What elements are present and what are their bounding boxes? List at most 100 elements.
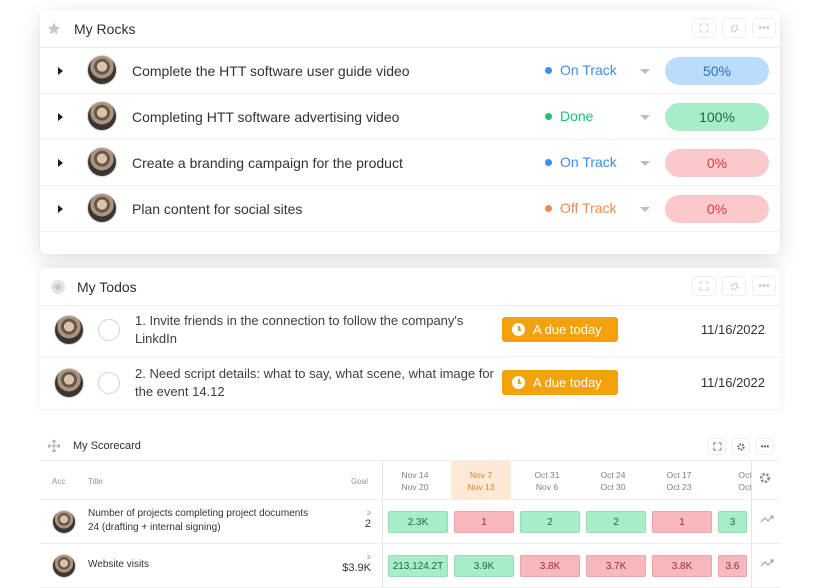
- avatar: [52, 554, 76, 578]
- clock-icon: [512, 376, 525, 389]
- todo-row[interactable]: 1. Invite friends in the connection to f…: [40, 304, 780, 357]
- rock-row[interactable]: Plan content for social sites Off Track 0%: [40, 186, 780, 232]
- rock-status[interactable]: On Track: [545, 62, 617, 78]
- week-column-header[interactable]: Nov 14 Nov 20: [385, 461, 445, 500]
- score-cell[interactable]: 3: [718, 511, 747, 533]
- rock-title[interactable]: Plan content for social sites: [132, 201, 302, 217]
- todo-row[interactable]: 2. Need script details: what to say, wha…: [40, 357, 780, 410]
- rocks-card: My Rocks ••• Complete the HTT software u…: [40, 10, 780, 254]
- score-cell[interactable]: 3.7K: [586, 555, 646, 577]
- column-acc: Acc: [52, 477, 66, 486]
- settings-gear-icon[interactable]: [722, 276, 746, 296]
- avatar: [87, 147, 117, 177]
- settings-gear-icon[interactable]: [732, 438, 750, 455]
- todo-text[interactable]: 1. Invite friends in the connection to f…: [135, 312, 495, 348]
- scorecard-title: My Scorecard: [73, 440, 141, 452]
- rock-title[interactable]: Create a branding campaign for the produ…: [132, 155, 403, 171]
- settings-gear-icon[interactable]: [722, 18, 746, 38]
- more-options-icon[interactable]: •••: [752, 18, 776, 38]
- score-cell[interactable]: 2.3K: [388, 511, 448, 533]
- score-cell[interactable]: 3.8K: [520, 555, 580, 577]
- week-end: Nov 13: [467, 482, 495, 492]
- rock-row[interactable]: Complete the HTT software user guide vid…: [40, 48, 780, 94]
- todo-checkbox[interactable]: [98, 319, 120, 341]
- star-icon: [44, 19, 64, 39]
- status-dropdown-icon[interactable]: [640, 161, 650, 166]
- avatar: [87, 55, 117, 85]
- status-dropdown-icon[interactable]: [640, 69, 650, 74]
- todo-list-icon: [48, 277, 68, 297]
- week-start: Nov 7: [469, 470, 493, 480]
- metric-goal[interactable]: ≥ $3.9K: [342, 554, 371, 574]
- scorecard-column-headers: Acc Title Goal Nov 14 Nov 20 Nov 7 Nov 13 Oc…: [40, 460, 780, 500]
- rock-status[interactable]: Off Track: [545, 200, 617, 216]
- status-dropdown-icon[interactable]: [640, 115, 650, 120]
- expand-caret-icon[interactable]: [58, 159, 63, 167]
- score-cell[interactable]: 3.6: [718, 555, 747, 577]
- avatar: [87, 101, 117, 131]
- scorecard-row[interactable]: Website visits ≥ $3.9K 213,124.2T 3.9K 3.8K 3.…: [40, 544, 780, 588]
- week-start: Nov 14: [401, 470, 429, 480]
- rock-status[interactable]: On Track: [545, 154, 617, 170]
- scorecard-header: My Scorecard •••: [40, 432, 780, 460]
- expand-icon[interactable]: [692, 18, 716, 38]
- score-cell[interactable]: 213,124.2T: [388, 555, 448, 577]
- column-goal: Goal: [351, 477, 368, 486]
- todo-checkbox[interactable]: [98, 372, 120, 394]
- expand-icon[interactable]: [708, 438, 726, 455]
- score-cell[interactable]: 2: [586, 511, 646, 533]
- status-dot-icon: [545, 66, 552, 74]
- scorecard-card: My Scorecard ••• Acc Title Goal Nov 14 No…: [40, 432, 780, 588]
- avatar: [54, 368, 84, 398]
- status-dropdown-icon[interactable]: [640, 207, 650, 212]
- expand-caret-icon[interactable]: [58, 67, 63, 75]
- week-start: Oct 31: [534, 470, 560, 480]
- column-title: Title: [88, 477, 103, 486]
- metric-title[interactable]: Number of projects completing project do…: [88, 507, 318, 535]
- rock-title[interactable]: Completing HTT software advertising vide…: [132, 109, 399, 125]
- rock-row[interactable]: Create a branding campaign for the produ…: [40, 140, 780, 186]
- scorecard-row[interactable]: Number of projects completing project do…: [40, 500, 780, 544]
- progress-pill[interactable]: 50%: [665, 57, 769, 85]
- metric-goal[interactable]: ≥2: [365, 510, 371, 530]
- rock-row[interactable]: Completing HTT software advertising vide…: [40, 94, 780, 140]
- drag-move-icon[interactable]: [44, 436, 64, 456]
- rocks-title: My Rocks: [74, 20, 136, 37]
- week-start: Oct 24: [600, 470, 626, 480]
- expand-caret-icon[interactable]: [58, 113, 63, 121]
- metric-title[interactable]: Website visits: [88, 558, 318, 572]
- trend-icon[interactable]: [760, 514, 774, 527]
- week-column-header[interactable]: Oct 17 Oct 23: [649, 461, 709, 500]
- more-options-icon[interactable]: •••: [756, 438, 774, 455]
- week-end: Oct 30: [600, 482, 626, 492]
- todo-text[interactable]: 2. Need script details: what to say, wha…: [135, 365, 495, 401]
- progress-pill[interactable]: 0%: [665, 195, 769, 223]
- score-cell[interactable]: 1: [454, 511, 514, 533]
- progress-pill[interactable]: 100%: [665, 103, 769, 131]
- status-label: Done: [560, 108, 594, 124]
- goal-operator: ≥: [367, 510, 371, 517]
- rock-title[interactable]: Complete the HTT software user guide vid…: [132, 63, 410, 79]
- goal-operator: ≥: [367, 554, 371, 561]
- progress-pill[interactable]: 0%: [665, 149, 769, 177]
- expand-caret-icon[interactable]: [58, 205, 63, 213]
- week-column-header[interactable]: Oct 31 Nov 6: [517, 461, 577, 500]
- expand-icon[interactable]: [692, 276, 716, 296]
- column-settings-icon[interactable]: [758, 471, 772, 487]
- status-dot-icon: [545, 158, 552, 166]
- score-cell[interactable]: 3.8K: [652, 555, 712, 577]
- more-options-icon[interactable]: •••: [752, 276, 776, 296]
- rock-status[interactable]: Done: [545, 108, 593, 124]
- todo-due-date: 11/16/2022: [700, 375, 765, 390]
- score-cell[interactable]: 3.9K: [454, 555, 514, 577]
- week-end: Nov 6: [535, 482, 559, 492]
- score-cell[interactable]: 1: [652, 511, 712, 533]
- week-column-header[interactable]: Nov 7 Nov 13: [451, 461, 511, 500]
- goal-value: 2: [364, 518, 371, 530]
- due-badge: A due today: [502, 317, 618, 342]
- week-column-header[interactable]: Oct 24 Oct 30: [583, 461, 643, 500]
- status-label: On Track: [560, 154, 617, 170]
- score-cell[interactable]: 2: [520, 511, 580, 533]
- rocks-header: My Rocks •••: [40, 10, 780, 48]
- trend-icon[interactable]: [760, 558, 774, 571]
